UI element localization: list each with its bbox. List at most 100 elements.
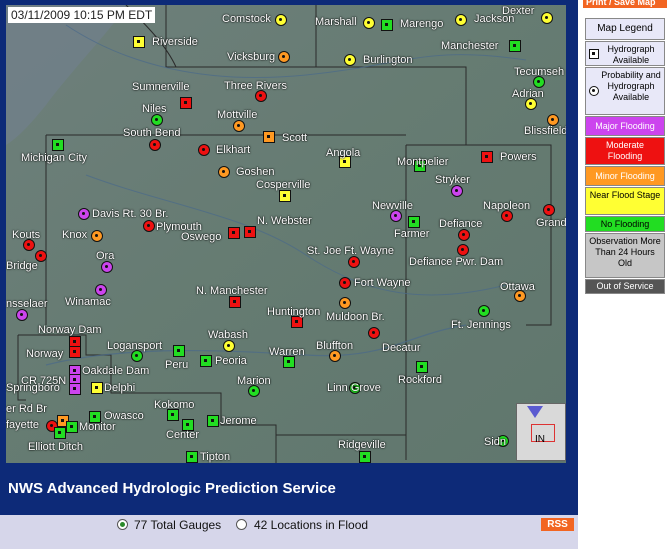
- gauge-marker-marshall[interactable]: [363, 17, 375, 29]
- gauge-label-logansport[interactable]: Logansport: [107, 340, 162, 352]
- gauge-marker-springboro[interactable]: [69, 383, 81, 395]
- gauge-label-oakdale-dam[interactable]: Oakdale Dam: [82, 365, 149, 377]
- gauge-marker-wabash[interactable]: [223, 340, 235, 352]
- gauge-label-defiance[interactable]: Defiance: [439, 218, 482, 230]
- gauge-label-elliott-ditch[interactable]: Elliott Ditch: [28, 441, 83, 453]
- print-save-map-button[interactable]: Print / Save Map: [583, 0, 667, 8]
- gauge-label-bridge[interactable]: Bridge: [6, 260, 38, 272]
- gauge-label-ft-jennings[interactable]: Ft. Jennings: [451, 319, 511, 331]
- locations-in-flood-radio[interactable]: [236, 519, 247, 530]
- gauge-label-st-joe-ft-wayne[interactable]: St. Joe Ft. Wayne: [307, 245, 394, 257]
- gauge-label-michigan-city[interactable]: Michigan City: [21, 152, 87, 164]
- gauge-label-muldoon-br[interactable]: Muldoon Br.: [326, 311, 385, 323]
- gauge-marker-plymouth[interactable]: [143, 220, 155, 232]
- gauge-label-monitor[interactable]: Monitor: [79, 421, 116, 433]
- gauge-marker-ora[interactable]: [101, 261, 113, 273]
- gauge-label-napoleon[interactable]: Napoleon: [483, 200, 530, 212]
- gauge-label-angola[interactable]: Angola: [326, 147, 360, 159]
- gauge-marker-monitor[interactable]: [66, 421, 78, 433]
- gauge-label-riverside[interactable]: Riverside: [152, 36, 198, 48]
- gauge-label-jerome[interactable]: Jerome: [220, 415, 257, 427]
- gauge-marker-jackson[interactable]: [455, 14, 467, 26]
- gauge-marker-decatur[interactable]: [368, 327, 380, 339]
- gauge-label-warren[interactable]: Warren: [269, 346, 305, 358]
- gauge-label-rockford[interactable]: Rockford: [398, 374, 442, 386]
- gauge-label-vicksburg[interactable]: Vicksburg: [227, 51, 275, 63]
- gauge-marker-fort-wayne[interactable]: [339, 277, 351, 289]
- gauge-label-marshall[interactable]: Marshall: [315, 16, 357, 28]
- gauge-label-montpelier[interactable]: Montpelier: [397, 156, 448, 168]
- gauge-label-comstock[interactable]: Comstock: [222, 13, 271, 25]
- gauge-label-springboro[interactable]: Springboro: [6, 382, 60, 394]
- gauge-label-stryker[interactable]: Stryker: [435, 174, 470, 186]
- gauge-label-niles[interactable]: Niles: [142, 103, 166, 115]
- gauge-marker-norway[interactable]: [69, 346, 81, 358]
- gauge-marker-knox[interactable]: [91, 230, 103, 242]
- gauge-marker-marengo[interactable]: [381, 19, 393, 31]
- total-gauges-label[interactable]: 77 Total Gauges: [134, 518, 221, 532]
- gauge-marker-defiance-pwr-dam[interactable]: [457, 244, 469, 256]
- gauge-label-n-manchester[interactable]: N. Manchester: [196, 285, 268, 297]
- rss-button[interactable]: RSS: [541, 518, 574, 531]
- gauge-marker-n-webster[interactable]: [244, 226, 256, 238]
- gauge-marker-muldoon-br[interactable]: [339, 297, 351, 309]
- gauge-marker-nsselaer[interactable]: [16, 309, 28, 321]
- gauge-label-ottawa[interactable]: Ottawa: [500, 281, 535, 293]
- gauge-marker-grand[interactable]: [543, 204, 555, 216]
- gauge-label-huntington[interactable]: Huntington: [267, 306, 320, 318]
- gauge-label-defiance-pwr-dam[interactable]: Defiance Pwr. Dam: [409, 256, 503, 268]
- gauge-marker-powers[interactable]: [481, 151, 493, 163]
- gauge-marker-jerome[interactable]: [207, 415, 219, 427]
- gauge-marker-elkhart[interactable]: [198, 144, 210, 156]
- gauge-marker-davis-rt-30-br[interactable]: [78, 208, 90, 220]
- gauge-marker-ft-jennings[interactable]: [478, 305, 490, 317]
- gauge-label-n-webster[interactable]: N. Webster: [257, 215, 312, 227]
- gauge-marker-peoria[interactable]: [200, 355, 212, 367]
- gauge-label-delphi[interactable]: Delphi: [104, 382, 135, 394]
- gauge-marker-defiance[interactable]: [458, 229, 470, 241]
- gauge-marker-scott[interactable]: [263, 131, 275, 143]
- gauge-label-kouts[interactable]: Kouts: [12, 229, 40, 241]
- gauge-label-ora[interactable]: Ora: [96, 250, 114, 262]
- gauge-marker-vicksburg[interactable]: [278, 51, 290, 63]
- locator-inset-map[interactable]: IN: [516, 403, 566, 461]
- gauge-marker-peru[interactable]: [173, 345, 185, 357]
- gauge-marker-winamac[interactable]: [95, 284, 107, 296]
- gauge-label-manchester[interactable]: Manchester: [441, 40, 498, 52]
- gauge-marker-niles[interactable]: [151, 114, 163, 126]
- gauge-label-peoria[interactable]: Peoria: [215, 355, 247, 367]
- gauge-marker-ridgeville[interactable]: [359, 451, 371, 463]
- gauge-label-marengo[interactable]: Marengo: [400, 18, 443, 30]
- gauge-label-center[interactable]: Center: [166, 429, 199, 441]
- gauge-label-wabash[interactable]: Wabash: [208, 329, 248, 341]
- gauge-marker-dexter[interactable]: [541, 12, 553, 24]
- gauge-label-farmer[interactable]: Farmer: [394, 228, 429, 240]
- gauge-label-nsselaer[interactable]: nsselaer: [6, 298, 48, 310]
- gauge-label-scott[interactable]: Scott: [282, 132, 307, 144]
- gauge-label-sumnerville[interactable]: Sumnerville: [132, 81, 189, 93]
- gauge-label-adrian[interactable]: Adrian: [512, 88, 544, 100]
- gauge-marker-st-joe-ft-wayne[interactable]: [348, 256, 360, 268]
- gauge-label-davis-rt-30-br[interactable]: Davis Rt. 30 Br.: [92, 208, 168, 220]
- gauge-marker-stryker[interactable]: [451, 185, 463, 197]
- gauge-label-grand[interactable]: Grand: [536, 217, 566, 229]
- gauge-marker-oswego[interactable]: [228, 227, 240, 239]
- gauge-label-oswego[interactable]: Oswego: [181, 231, 221, 243]
- gauge-label-blissfield[interactable]: Blissfield: [524, 125, 566, 137]
- gauge-label-tipton[interactable]: Tipton: [200, 451, 230, 463]
- gauge-label-dexter[interactable]: Dexter: [502, 5, 534, 17]
- gauge-label-newville[interactable]: Newville: [372, 200, 413, 212]
- gauge-label-mottville[interactable]: Mottville: [217, 109, 257, 121]
- gauge-marker-sumnerville[interactable]: [180, 97, 192, 109]
- gauge-label-bluffton[interactable]: Bluffton: [316, 340, 353, 352]
- gauge-marker-tipton[interactable]: [186, 451, 198, 463]
- gauge-marker-farmer[interactable]: [408, 216, 420, 228]
- total-gauges-radio[interactable]: [117, 519, 128, 530]
- gauge-label-ridgeville[interactable]: Ridgeville: [338, 439, 386, 451]
- gauge-marker-delphi[interactable]: [91, 382, 103, 394]
- gauge-marker-elliott-ditch[interactable]: [54, 427, 66, 439]
- gauge-label-elkhart[interactable]: Elkhart: [216, 144, 250, 156]
- gauge-label-fort-wayne[interactable]: Fort Wayne: [354, 277, 410, 289]
- gauge-marker-rockford[interactable]: [416, 361, 428, 373]
- gauge-marker-manchester[interactable]: [509, 40, 521, 52]
